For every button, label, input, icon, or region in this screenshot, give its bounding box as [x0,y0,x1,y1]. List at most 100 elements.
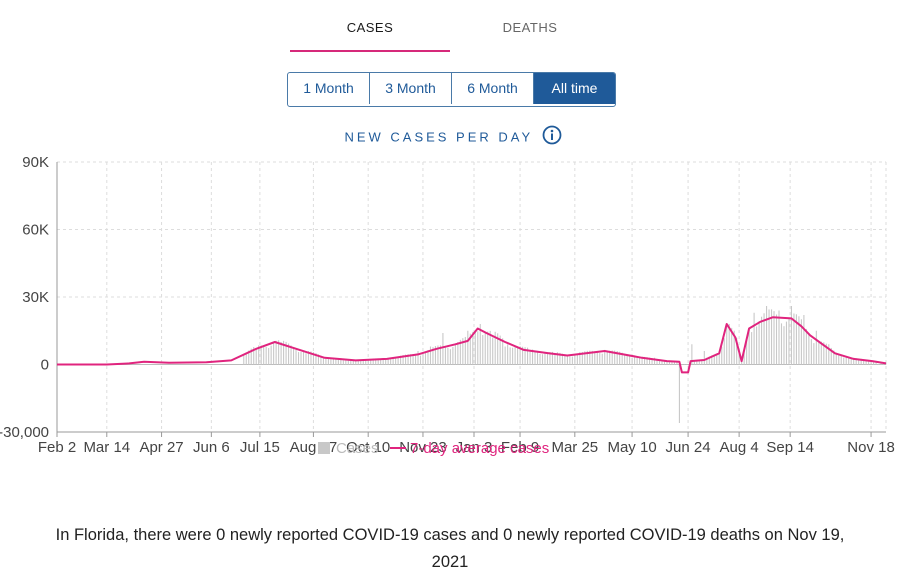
case-bar [454,344,456,365]
case-bar [305,353,307,365]
case-bar [723,338,725,365]
x-tick-label: Mar 25 [551,439,598,456]
case-bar [748,329,750,365]
case-bar [808,334,810,365]
case-bar [534,350,536,365]
case-bar [606,351,608,365]
case-bar [275,340,277,365]
case-bar [467,330,469,365]
y-tick-label: 90K [22,154,49,171]
case-bar [783,326,785,365]
case-bar [845,357,847,365]
chart-legend: Cases 7-day average cases [318,440,549,457]
case-bar [634,357,636,365]
case-bar [270,345,272,365]
case-bar [574,355,576,365]
case-bar [392,358,394,365]
range-all-time-button[interactable]: All time [534,73,615,104]
case-bar [780,323,783,365]
info-icon[interactable] [542,125,562,148]
case-bar [626,355,628,365]
case-bar [268,348,270,365]
case-bar [751,332,753,365]
case-bar [566,355,568,365]
case-bar [429,346,432,365]
case-bar [502,338,504,365]
case-bar [452,346,454,365]
case-bar [422,353,424,365]
case-bar [840,355,842,365]
case-bar [756,326,758,365]
case-bar [815,330,817,365]
case-bar [599,353,601,365]
tab-deaths[interactable]: DEATHS [450,0,610,52]
case-bar [686,364,688,365]
case-bar [761,316,763,365]
case-bar [492,337,494,365]
case-bar [295,349,297,365]
case-bar [773,311,775,365]
case-bar [541,354,544,365]
case-bar [813,343,815,365]
case-bar [790,306,792,365]
case-bar [474,331,476,365]
case-bar [703,351,705,365]
case-bar [529,351,531,365]
case-bar [601,353,603,365]
x-tick-label: Aug 27 [290,439,338,456]
case-bar [775,314,778,365]
case-bar [487,331,489,365]
case-bar [636,356,638,365]
case-bar [785,321,788,365]
case-bar [810,339,812,365]
range-3-month-button[interactable]: 3 Month [370,73,452,104]
case-bar [327,359,329,365]
case-bar [265,346,267,365]
case-bar [576,354,578,365]
case-bar [260,345,262,365]
case-bar [820,341,822,365]
case-bar [302,351,305,365]
range-1-month-button[interactable]: 1 Month [288,73,370,104]
x-tick-label: Jul 15 [240,439,280,456]
case-bar [828,344,830,365]
case-bar [726,325,728,365]
x-tick-label: Sep 14 [766,439,814,456]
case-bar [788,317,790,365]
case-bar [678,364,680,423]
case-bar [442,333,444,365]
case-bar [514,346,516,365]
legend-cases-swatch [318,442,330,454]
case-bar [569,356,571,365]
case-bar [512,347,514,365]
case-bar [753,312,755,365]
chart-grid [56,161,887,433]
case-bar [482,335,484,365]
case-bar [360,360,362,365]
case-bar [243,354,245,365]
metric-label: NEW CASES PER DAY [344,129,533,145]
tab-cases[interactable]: CASES [290,0,450,52]
case-bar [805,328,807,365]
range-6-month-button[interactable]: 6 Month [452,73,534,104]
x-tick-label: Mar 14 [83,439,130,456]
x-tick-label: Jun 6 [193,439,230,456]
case-bar [424,352,427,365]
case-bar [546,352,549,365]
case-bar [571,356,573,365]
case-bar [419,355,422,365]
case-bar [477,331,479,365]
case-bar [300,352,302,365]
case-bar [594,351,596,365]
case-bar [417,351,419,365]
case-bar [661,361,663,365]
case-bar [342,360,344,365]
case-bar [803,315,805,365]
y-tick-label: 60K [22,222,49,239]
case-bar [472,331,474,365]
case-bar [721,346,723,365]
case-bar [517,346,519,365]
y-tick-label: 0 [41,357,49,374]
case-bar [280,342,282,365]
case-bar [838,354,840,365]
